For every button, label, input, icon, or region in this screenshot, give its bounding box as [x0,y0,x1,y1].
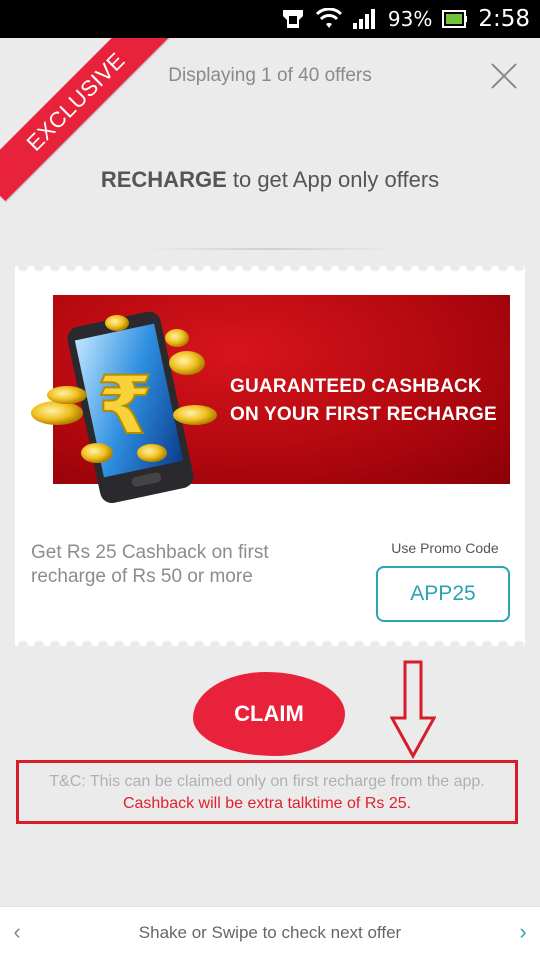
battery-icon [442,10,468,28]
offer-card: ₹ GUARANTEED CASHBACK ON YOUR FIRST RECH… [15,266,525,646]
phone-coins-illustration: ₹ [31,311,217,503]
svg-text:₹: ₹ [97,359,153,452]
close-button[interactable] [486,58,522,94]
banner-line-2: ON YOUR FIRST RECHARGE [230,404,497,425]
card-scallop-top [15,266,525,274]
divider [145,248,395,250]
claim-button[interactable]: CLAIM [193,672,345,756]
bottom-bar: ‹ Shake or Swipe to check next offer › [0,906,540,961]
status-icons: 93% 2:58 [280,0,530,38]
next-offer-button[interactable]: › [508,917,538,947]
terms-box: T&C: This can be claimed only on first r… [16,760,518,824]
terms-line-1: T&C: This can be claimed only on first r… [49,773,485,790]
offer-description: Get Rs 25 Cashback on first recharge of … [31,542,269,587]
banner-headline: GUARANTEED CASHBACK ON YOUR FIRST RECHAR… [230,373,500,429]
headline-bold: RECHARGE [100,167,227,192]
status-bar: 93% 2:58 [0,0,540,38]
offer-banner: ₹ GUARANTEED CASHBACK ON YOUR FIRST RECH… [31,295,510,503]
page-headline: RECHARGE to get App only offers [0,167,540,193]
down-arrow-icon [390,660,436,760]
swipe-hint: Shake or Swipe to check next offer [138,923,402,942]
battery-percent: 93% [387,7,433,31]
clock: 2:58 [478,6,530,32]
close-icon [491,63,517,89]
banner-line-1: GUARANTEED CASHBACK [230,376,482,397]
headline-rest: to get App only offers [226,167,440,192]
offers-count-text: Displaying 1 of 40 offers [168,65,372,86]
claim-button-label: CLAIM [234,701,304,726]
signal-icon [352,9,375,29]
card-scallop-bottom [15,638,525,646]
chevron-right-icon: › [519,919,527,944]
promo-code-label: Use Promo Code [391,540,499,556]
wifi-icon [315,8,342,28]
notification-icon [282,10,303,28]
promo-code-box[interactable]: APP25 [376,566,510,622]
terms-line-2: Cashback will be extra talktime of Rs 25… [122,795,412,812]
